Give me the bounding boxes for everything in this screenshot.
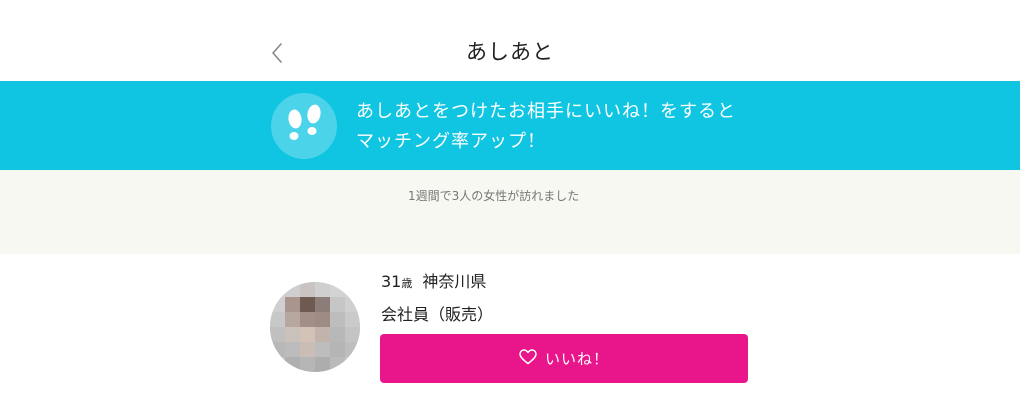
avatar-pixel (270, 297, 285, 312)
user-age-location: 31歳 神奈川県 (381, 268, 486, 292)
avatar-pixel (330, 312, 345, 327)
avatar-pixel (270, 357, 285, 372)
avatar-pixel (285, 357, 300, 372)
avatar-pixel (300, 297, 315, 312)
banner-message: あしあとをつけたお相手にいいね！をすると マッチング率アップ！ (356, 97, 736, 157)
avatar-pixel (300, 327, 315, 342)
avatar-pixel (330, 342, 345, 357)
visitor-summary-text: 1週間で3人の女性が訪れました (408, 189, 580, 203)
avatar-pixel (345, 312, 360, 327)
heart-outline-icon (519, 348, 545, 369)
avatar-pixel (285, 342, 300, 357)
avatar-pixel (345, 327, 360, 342)
user-location: 神奈川県 (422, 272, 487, 291)
avatar[interactable] (270, 282, 360, 372)
avatar-pixel (285, 312, 300, 327)
avatar-pixel (315, 327, 330, 342)
user-age-unit: 歳 (401, 277, 413, 290)
banner-line-1: あしあとをつけたお相手にいいね！をすると (356, 101, 736, 122)
avatar-pixel (285, 297, 300, 312)
avatar-pixel (315, 297, 330, 312)
like-label: いいね！ (544, 350, 609, 368)
avatar-pixel (345, 342, 360, 357)
banner-line-2: マッチング率アップ！ (356, 131, 546, 152)
avatar-pixel (330, 327, 345, 342)
user-age: 31 (381, 272, 402, 291)
avatar-pixel (315, 282, 330, 297)
avatar-pixel (330, 297, 345, 312)
avatar-pixel (300, 342, 315, 357)
footprints-icon (271, 93, 337, 159)
avatar-pixel (300, 282, 315, 297)
avatar-pixel (300, 357, 315, 372)
avatar-pixel (345, 297, 360, 312)
avatar-pixel (270, 327, 285, 342)
like-button[interactable]: いいね！ (380, 334, 748, 383)
visitor-summary (0, 170, 1020, 254)
avatar-pixel (270, 342, 285, 357)
avatar-pixel (270, 312, 285, 327)
avatar-pixel (345, 282, 360, 297)
avatar-pixel (270, 282, 285, 297)
user-job: 会社員（販売） (381, 305, 494, 324)
page-title: あしあと (466, 40, 554, 64)
avatar-pixel (330, 282, 345, 297)
avatar-pixel (315, 342, 330, 357)
avatar-pixel (315, 312, 330, 327)
avatar-pixel (285, 327, 300, 342)
avatar-pixel (345, 357, 360, 372)
avatar-pixel (330, 357, 345, 372)
avatar-pixel (315, 357, 330, 372)
avatar-pixel (300, 312, 315, 327)
avatar-pixel (285, 282, 300, 297)
